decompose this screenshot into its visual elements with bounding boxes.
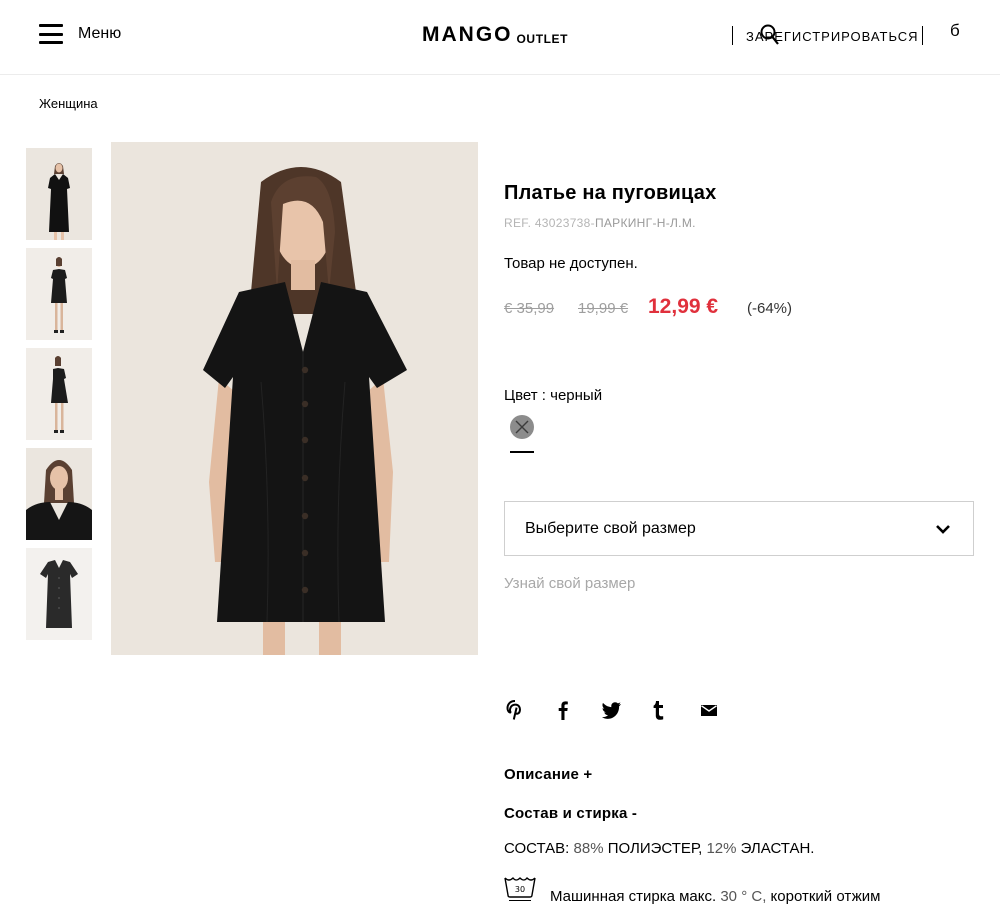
logo-mango: MANGO: [422, 23, 513, 46]
thumbnail-full-side[interactable]: [26, 348, 92, 440]
discount-badge: (-64%): [747, 300, 793, 317]
size-guide-link[interactable]: Узнай свой размер: [504, 575, 635, 592]
wash-text-b: 30 ° C,: [720, 888, 767, 905]
email-icon[interactable]: [698, 699, 720, 721]
size-placeholder: Выберите свой размер: [525, 520, 696, 537]
logo-outlet: OUTLET: [516, 32, 569, 46]
thumbnail-flat-lay[interactable]: [26, 548, 92, 640]
description-toggle[interactable]: Описание +: [504, 766, 592, 783]
wash-instructions: Машинная стирка макс. 30 ° C, короткий о…: [550, 888, 880, 905]
composition-toggle[interactable]: Состав и стирка -: [504, 805, 637, 822]
wash-temp-label: 30: [515, 885, 525, 894]
facebook-icon[interactable]: [552, 699, 574, 721]
dress-photo-icon: [26, 148, 92, 240]
dress-model-photo: [111, 142, 478, 655]
thumbnail-full-front[interactable]: [26, 248, 92, 340]
color-value: черный: [550, 387, 603, 404]
composition-pct-2: 12%: [706, 840, 737, 857]
hamburger-icon: [39, 24, 63, 44]
menu-button[interactable]: Меню: [39, 24, 121, 44]
size-selector[interactable]: Выберите свой размер: [504, 501, 974, 556]
chevron-down-icon: [936, 525, 950, 534]
composition-details: СОСТАВ: 88% ПОЛИЭСТЕР, 12% ЭЛАСТАН.: [504, 840, 814, 857]
main-product-photo[interactable]: [111, 142, 478, 655]
color-label: Цвет :: [504, 387, 546, 404]
price-previous: 19,99 €: [578, 300, 629, 317]
color-row: Цвет : черный: [504, 387, 602, 404]
product-title: Платье на пуговицах: [504, 182, 717, 204]
search-icon[interactable]: [760, 24, 780, 46]
availability-status: Товар не доступен.: [504, 255, 638, 272]
wash-text-c: короткий отжим: [770, 888, 881, 905]
twitter-icon[interactable]: [600, 699, 622, 721]
thumbnail-close-up[interactable]: [26, 448, 92, 540]
composition-material-1: ПОЛИЭСТЕР,: [607, 840, 703, 857]
pinterest-icon[interactable]: [504, 699, 526, 721]
wash-30-icon: 30: [504, 877, 536, 901]
price-current: 12,99 €: [648, 295, 719, 318]
dress-photo-icon: [26, 548, 92, 640]
dress-photo-icon: [26, 448, 92, 540]
ref-code: REF. 43023738-: [504, 216, 595, 230]
composition-pct-1: 88%: [573, 840, 604, 857]
price-original: € 35,99: [504, 300, 555, 317]
color-swatch-black[interactable]: [510, 415, 534, 439]
composition-label: СОСТАВ:: [504, 840, 570, 857]
dress-photo-icon: [26, 348, 92, 440]
product-reference: REF. 43023738-ПАРКИНГ-Н-Л.М.: [504, 216, 696, 230]
ref-name: ПАРКИНГ-Н-Л.М.: [594, 216, 696, 230]
menu-label: Меню: [78, 25, 122, 42]
composition-material-2: ЭЛАСТАН.: [740, 840, 815, 857]
thumbnail-front[interactable]: [26, 148, 92, 240]
breadcrumb[interactable]: Женщина: [39, 96, 98, 111]
header-divider: [922, 26, 923, 45]
selected-swatch-indicator: [510, 451, 534, 453]
header-divider: [732, 26, 733, 45]
tumblr-icon[interactable]: [648, 699, 670, 721]
dress-photo-icon: [26, 248, 92, 340]
unavailable-cross-icon: [515, 420, 529, 434]
cart-link[interactable]: б: [950, 21, 960, 41]
wash-text-a: Машинная стирка макс.: [550, 888, 717, 905]
site-logo[interactable]: MANGO OUTLET: [422, 23, 569, 47]
site-header: Меню MANGO OUTLET ЗАРЕГИСТРИРОВАТЬСЯ б: [0, 0, 1000, 75]
